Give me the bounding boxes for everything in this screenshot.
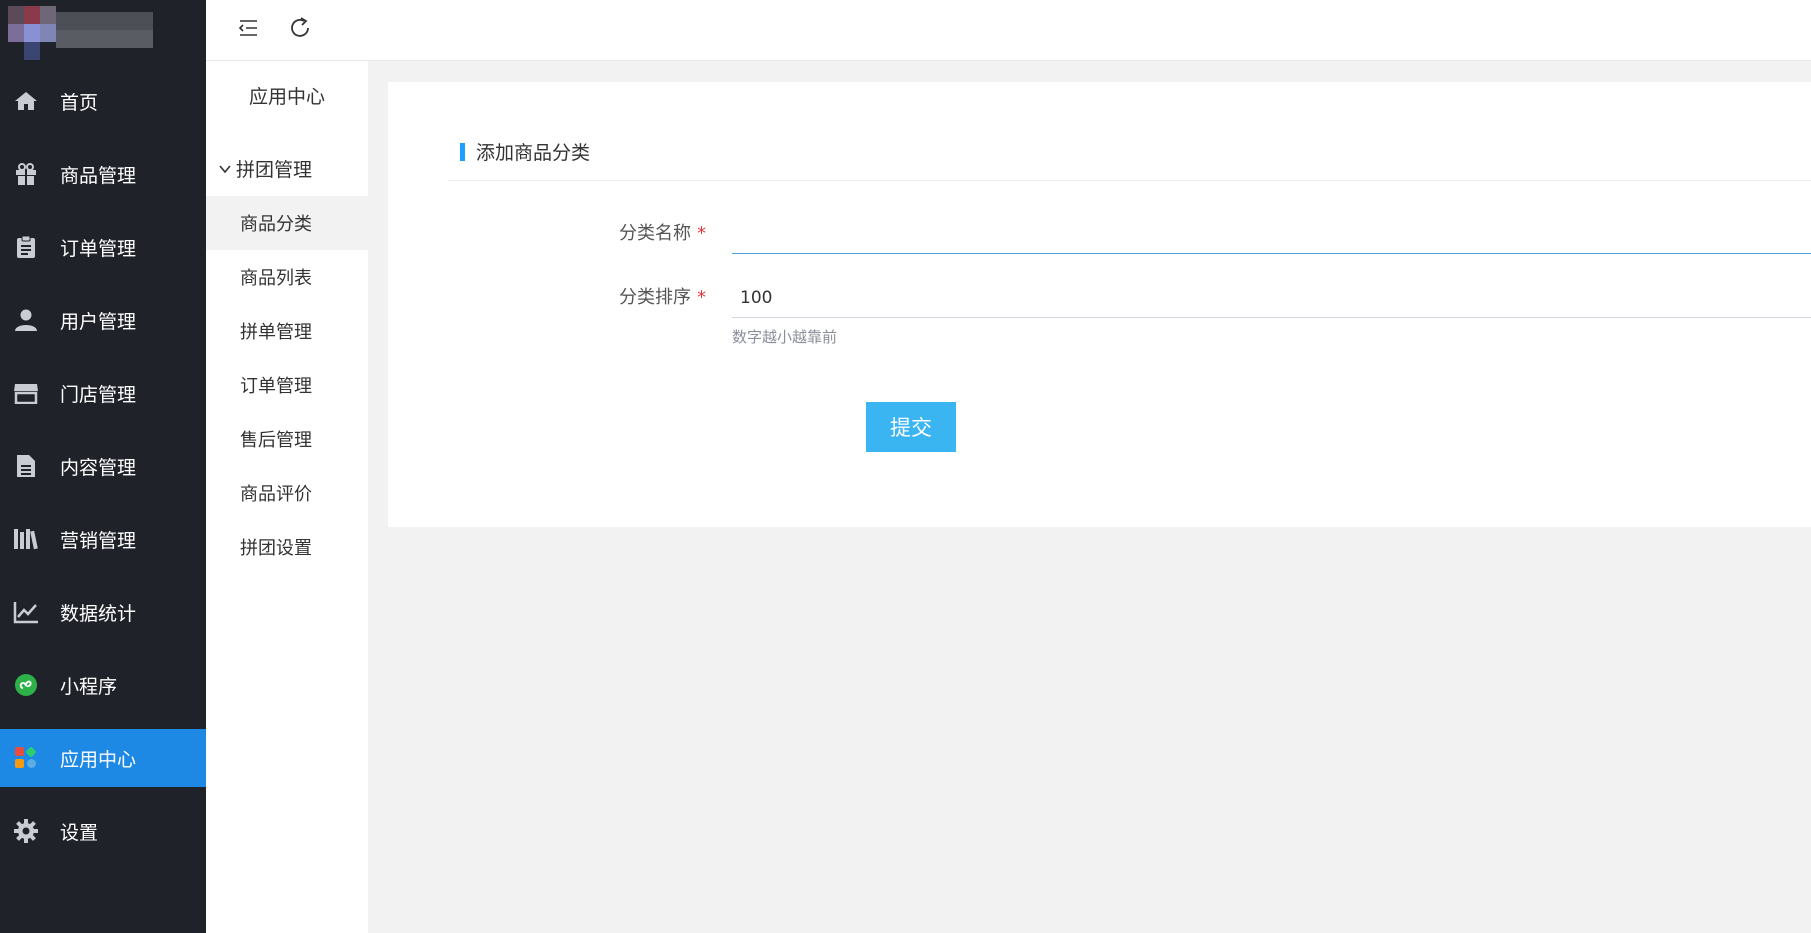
main-sidebar: 首页 商品管理 订单管理 用户管理 门店管理 内容管理 营销管理 数据统计 小程… [0,0,206,933]
nav-item-label: 内容管理 [60,456,137,479]
form-title-text: 添加商品分类 [476,142,591,164]
nav-item-label: 门店管理 [60,383,137,406]
sub-sidebar: 应用中心 拼团管理 商品分类 商品列表 拼单管理 订单管理 售后管理 商品评价 … [206,0,368,933]
nav-item-content[interactable]: 内容管理 [0,437,206,495]
nav-item-label: 营销管理 [60,529,137,552]
nav-item-label: 应用中心 [60,748,137,771]
nav-item-label: 订单管理 [60,237,137,260]
gear-icon [12,817,40,845]
nav-item-label: 商品管理 [60,164,137,187]
nav-item-label: 数据统计 [60,602,137,625]
required-mark: * [697,287,706,308]
form-title: 添加商品分类 [460,138,590,165]
nav-item-settings[interactable]: 设置 [0,802,206,860]
clipboard-icon [12,233,40,261]
sub-group-label: 拼团管理 [236,159,313,181]
sub-sidebar-title: 应用中心 [248,86,325,108]
collapse-menu-icon[interactable] [236,16,260,40]
form-row-category-sort: 分类排序 * [388,278,1811,318]
sub-item-reviews[interactable]: 商品评价 [206,466,368,520]
nav-item-stores[interactable]: 门店管理 [0,364,206,422]
nav-item-marketing[interactable]: 营销管理 [0,510,206,568]
required-mark: * [697,223,706,244]
title-accent-bar [460,142,465,161]
sub-item-orders[interactable]: 订单管理 [206,358,368,412]
home-icon [12,87,40,115]
document-icon [12,452,40,480]
sub-item-product-category[interactable]: 商品分类 [206,196,368,250]
main-nav: 首页 商品管理 订单管理 用户管理 门店管理 内容管理 营销管理 数据统计 小程… [0,72,206,875]
apps-icon [12,744,40,772]
top-bar [206,0,1811,61]
nav-item-home[interactable]: 首页 [0,72,206,130]
nav-item-mini-program[interactable]: 小程序 [0,656,206,714]
store-icon [12,379,40,407]
category-name-label: 分类名称 * [619,223,706,244]
nav-item-products[interactable]: 商品管理 [0,145,206,203]
user-icon [12,306,40,334]
sub-item-after-sales[interactable]: 售后管理 [206,412,368,466]
nav-item-label: 设置 [60,821,99,844]
category-name-input[interactable] [732,214,1811,254]
sub-nav-list: 商品分类 商品列表 拼单管理 订单管理 售后管理 商品评价 拼团设置 [206,196,368,574]
nav-item-label: 用户管理 [60,310,137,333]
form-row-category-name: 分类名称 * [388,214,1811,254]
refresh-icon[interactable] [288,16,312,40]
sub-item-group-settings[interactable]: 拼团设置 [206,520,368,574]
books-icon [12,525,40,553]
logo [8,6,153,60]
nav-item-app-center[interactable]: 应用中心 [0,729,206,787]
gift-icon [12,160,40,188]
submit-button[interactable]: 提交 [866,402,956,452]
chevron-down-icon [219,164,231,173]
line-chart-icon [12,598,40,626]
nav-item-users[interactable]: 用户管理 [0,291,206,349]
sub-group-toggle[interactable]: 拼团管理 [218,155,312,182]
nav-item-label: 小程序 [60,675,118,698]
sub-item-product-list[interactable]: 商品列表 [206,250,368,304]
form-card: 添加商品分类 分类名称* 分类排序* 数字越小越靠前 提交 [388,82,1811,527]
divider [448,180,1811,181]
nav-item-orders[interactable]: 订单管理 [0,218,206,276]
category-sort-input[interactable] [732,278,1811,318]
mini-program-icon [12,671,40,699]
nav-item-statistics[interactable]: 数据统计 [0,583,206,641]
sub-item-group-orders[interactable]: 拼单管理 [206,304,368,358]
category-sort-label: 分类排序 * [619,287,706,308]
nav-item-label: 首页 [60,91,99,114]
sort-hint: 数字越小越靠前 [732,328,838,346]
